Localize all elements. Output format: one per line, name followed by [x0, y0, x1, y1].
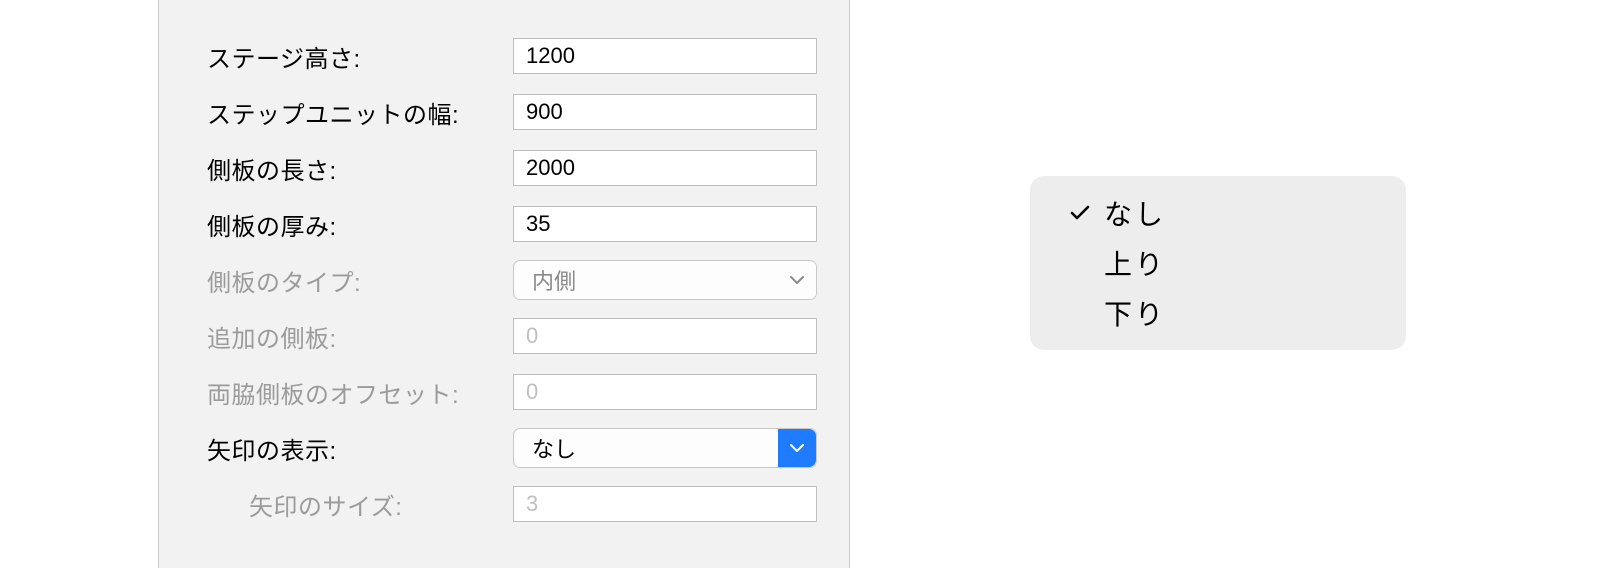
input-extra-side	[513, 318, 817, 354]
row-side-thickness: 側板の厚み:	[159, 196, 849, 252]
label-extra-side: 追加の側板:	[207, 319, 513, 354]
input-side-length[interactable]	[513, 150, 817, 186]
select-side-type-value: 内側	[532, 264, 576, 296]
label-side-type: 側板のタイプ:	[207, 263, 513, 298]
input-side-thickness[interactable]	[513, 206, 817, 242]
input-step-unit-width[interactable]	[513, 94, 817, 130]
menu-item-label: 下り	[1104, 293, 1166, 333]
label-side-length: 側板の長さ:	[207, 151, 513, 186]
menu-item-up[interactable]: 上り	[1030, 238, 1406, 288]
label-arrow-display: 矢印の表示:	[207, 431, 513, 466]
input-arrow-size	[513, 486, 817, 522]
select-arrow-display-value: なし	[532, 432, 576, 464]
check-icon	[1056, 204, 1104, 222]
label-side-thickness: 側板の厚み:	[207, 207, 513, 242]
settings-panel: ステージ高さ: ステップユニットの幅: 側板の長さ: 側板の厚み: 側板のタイプ…	[158, 0, 850, 568]
menu-item-label: なし	[1104, 193, 1166, 233]
row-side-type: 側板のタイプ: 内側	[159, 252, 849, 308]
row-arrow-display: 矢印の表示: なし	[159, 420, 849, 476]
input-side-offset	[513, 374, 817, 410]
label-step-unit-width: ステップユニットの幅:	[207, 95, 513, 130]
row-step-unit-width: ステップユニットの幅:	[159, 84, 849, 140]
input-stage-height[interactable]	[513, 38, 817, 74]
label-arrow-size: 矢印のサイズ:	[207, 487, 513, 522]
arrow-display-menu: なし 上り 下り	[1030, 176, 1406, 350]
row-side-length: 側板の長さ:	[159, 140, 849, 196]
chevron-down-icon	[778, 429, 816, 467]
menu-item-down[interactable]: 下り	[1030, 288, 1406, 338]
row-arrow-size: 矢印のサイズ:	[159, 476, 849, 532]
menu-item-label: 上り	[1104, 243, 1166, 283]
row-side-offset: 両脇側板のオフセット:	[159, 364, 849, 420]
select-side-type[interactable]: 内側	[513, 260, 817, 300]
select-arrow-display[interactable]: なし	[513, 428, 817, 468]
label-side-offset: 両脇側板のオフセット:	[207, 375, 513, 410]
label-stage-height: ステージ高さ:	[207, 39, 513, 74]
chevron-down-icon	[778, 261, 816, 299]
menu-item-none[interactable]: なし	[1030, 188, 1406, 238]
row-stage-height: ステージ高さ:	[159, 28, 849, 84]
row-extra-side: 追加の側板:	[159, 308, 849, 364]
